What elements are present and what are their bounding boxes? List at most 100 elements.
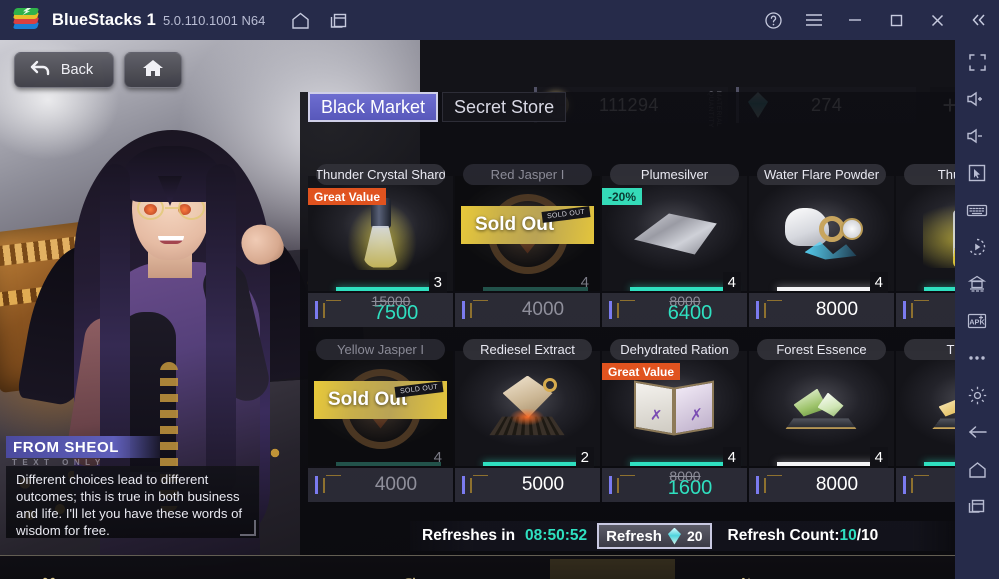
sold-out-stamp: SOLD OUT <box>394 381 444 398</box>
shop-item-card[interactable]: Plumesilver -20% 4 8000 6400 <box>602 164 747 327</box>
recharge-card-icon <box>216 573 246 579</box>
item-quantity: 4 <box>722 447 741 468</box>
item-rarity-bar <box>630 287 735 291</box>
material-coin-icon <box>618 476 637 495</box>
item-price-row[interactable]: 5000 <box>455 468 600 502</box>
item-image <box>896 351 955 466</box>
gift-packs-icon <box>34 573 64 579</box>
shop-item-card[interactable]: ✗ ✗ Dehydrated Ration Great Value 4 8000 1600 <box>602 339 747 502</box>
item-rarity-bar <box>483 287 588 291</box>
price-wrap: 4000 <box>349 474 453 496</box>
item-price-row[interactable]: 4000 <box>308 468 453 502</box>
bottom-nav-mystery[interactable]: Mystery <box>549 558 676 579</box>
shop-item-card[interactable]: Forest Essence 4 8000 <box>749 339 894 502</box>
settings-gear-icon[interactable] <box>962 383 992 407</box>
maximize-icon[interactable] <box>883 7 909 33</box>
fullscreen-icon[interactable] <box>962 50 992 74</box>
thumbs-up-icon <box>725 573 755 579</box>
multi-instance-manager-icon[interactable] <box>962 272 992 296</box>
bottom-nav-recharge[interactable]: Recharge <box>204 559 344 579</box>
shop-item-card[interactable]: Thunder Crystal Shard Great Value 3 15000 75… <box>308 164 453 327</box>
price-wrap: 8000 6400 <box>643 293 747 325</box>
discount-badge: -20% <box>602 188 643 205</box>
shop-item-card[interactable]: Thunde <box>896 339 955 502</box>
shop-item-card[interactable]: Red Jasper I 4 Sold Out SOLD OUT 4000 <box>455 164 600 327</box>
close-icon[interactable] <box>924 7 950 33</box>
shop-item-grid: Thunder Crystal Shard Great Value 3 15000 75… <box>308 164 955 514</box>
menu-icon[interactable] <box>801 7 827 33</box>
recent-apps-icon[interactable] <box>962 494 992 518</box>
character-source-banner: FROM SHEOL <box>6 436 160 458</box>
item-price-row[interactable] <box>896 293 955 327</box>
item-price: 8000 <box>815 474 859 495</box>
material-coin-icon <box>324 476 343 495</box>
refresh-button[interactable]: Refresh 20 <box>597 523 712 549</box>
home-button[interactable] <box>124 52 182 88</box>
item-price-row[interactable] <box>896 468 955 502</box>
macro-record-icon[interactable] <box>962 235 992 259</box>
help-icon[interactable] <box>760 7 786 33</box>
back-arrow-icon[interactable] <box>962 420 992 444</box>
more-icon[interactable] <box>962 346 992 370</box>
volume-down-icon[interactable] <box>962 124 992 148</box>
material-coin-icon <box>765 301 784 320</box>
item-price-row[interactable]: 8000 <box>749 468 894 502</box>
item-price: 5000 <box>521 474 565 495</box>
character-quote-box: Different choices lead to different outc… <box>6 466 259 538</box>
tab-secret-store[interactable]: Secret Store <box>442 92 567 122</box>
price-accent-bar <box>462 301 465 319</box>
bottom-nav-redeem[interactable]: Redeem <box>382 559 512 579</box>
material-coin-icon <box>912 476 931 495</box>
material-coin-icon <box>471 301 490 320</box>
shop-item-card[interactable]: Rediesel Extract 2 5000 <box>455 339 600 502</box>
refresh-count: Refresh Count:10/10 <box>728 527 879 545</box>
multi-instance-icon[interactable] <box>326 7 352 33</box>
redeem-icon <box>394 573 424 579</box>
sold-out-overlay: Sold Out SOLD OUT <box>461 206 594 244</box>
item-price-original: 15000 <box>371 293 411 309</box>
price-accent-bar <box>609 476 612 494</box>
shop-item-card[interactable]: Yellow Jasper I 4 Sold Out SOLD OUT 4000 <box>308 339 453 502</box>
shop-refresh-bar: Refreshes in 08:50:52 Refresh 20 Refresh… <box>410 521 955 551</box>
tab-black-market[interactable]: Black Market <box>308 92 439 122</box>
bluestacks-logo <box>12 8 40 31</box>
keyboard-icon[interactable] <box>962 198 992 222</box>
collapse-icon[interactable] <box>965 7 991 33</box>
home-icon[interactable] <box>962 457 992 481</box>
bottom-nav-gift-packs[interactable]: Gift Packs <box>22 559 166 579</box>
minimize-icon[interactable] <box>842 7 868 33</box>
item-price-row[interactable]: 15000 7500 <box>308 293 453 327</box>
item-price-original: 8000 <box>669 293 701 309</box>
item-name: Plumesilver <box>610 164 739 185</box>
back-arrow-icon <box>29 59 53 82</box>
crown-icon <box>562 573 592 579</box>
price-accent-bar <box>903 301 906 319</box>
shop-tabs: Black Market Secret Store <box>308 92 567 122</box>
item-quantity: 3 <box>428 272 447 293</box>
shop-item-card[interactable]: Water Flare Powder 4 8000 <box>749 164 894 327</box>
item-price-row[interactable]: 8000 <box>749 293 894 327</box>
home-icon[interactable] <box>287 7 313 33</box>
item-rarity-bar <box>924 287 955 291</box>
item-price: 8000 <box>815 299 859 320</box>
volume-up-icon[interactable] <box>962 87 992 111</box>
gem-icon <box>667 527 681 545</box>
shop-item-card[interactable]: Thunder C <box>896 164 955 327</box>
item-artwork <box>346 197 417 270</box>
item-price-row[interactable]: 8000 1600 <box>602 468 747 502</box>
item-name: Thunder Crystal Shard <box>316 164 445 185</box>
material-coin-icon <box>912 301 931 320</box>
item-price-row[interactable]: 8000 6400 <box>602 293 747 327</box>
item-price-row[interactable]: 4000 <box>455 293 600 327</box>
price-wrap: 15000 7500 <box>349 293 453 325</box>
item-quantity: 4 <box>580 274 589 291</box>
item-quantity: 4 <box>433 449 442 466</box>
apk-install-icon[interactable]: APK <box>962 309 992 333</box>
back-button[interactable]: Back <box>14 52 114 88</box>
item-rarity-bar <box>630 462 735 466</box>
bottom-nav-top-picks[interactable]: Top Picks <box>713 559 852 579</box>
cursor-icon[interactable] <box>962 161 992 185</box>
item-artwork: ✗ ✗ <box>633 379 716 438</box>
item-quantity: 2 <box>575 447 594 468</box>
price-accent-bar <box>609 301 612 319</box>
